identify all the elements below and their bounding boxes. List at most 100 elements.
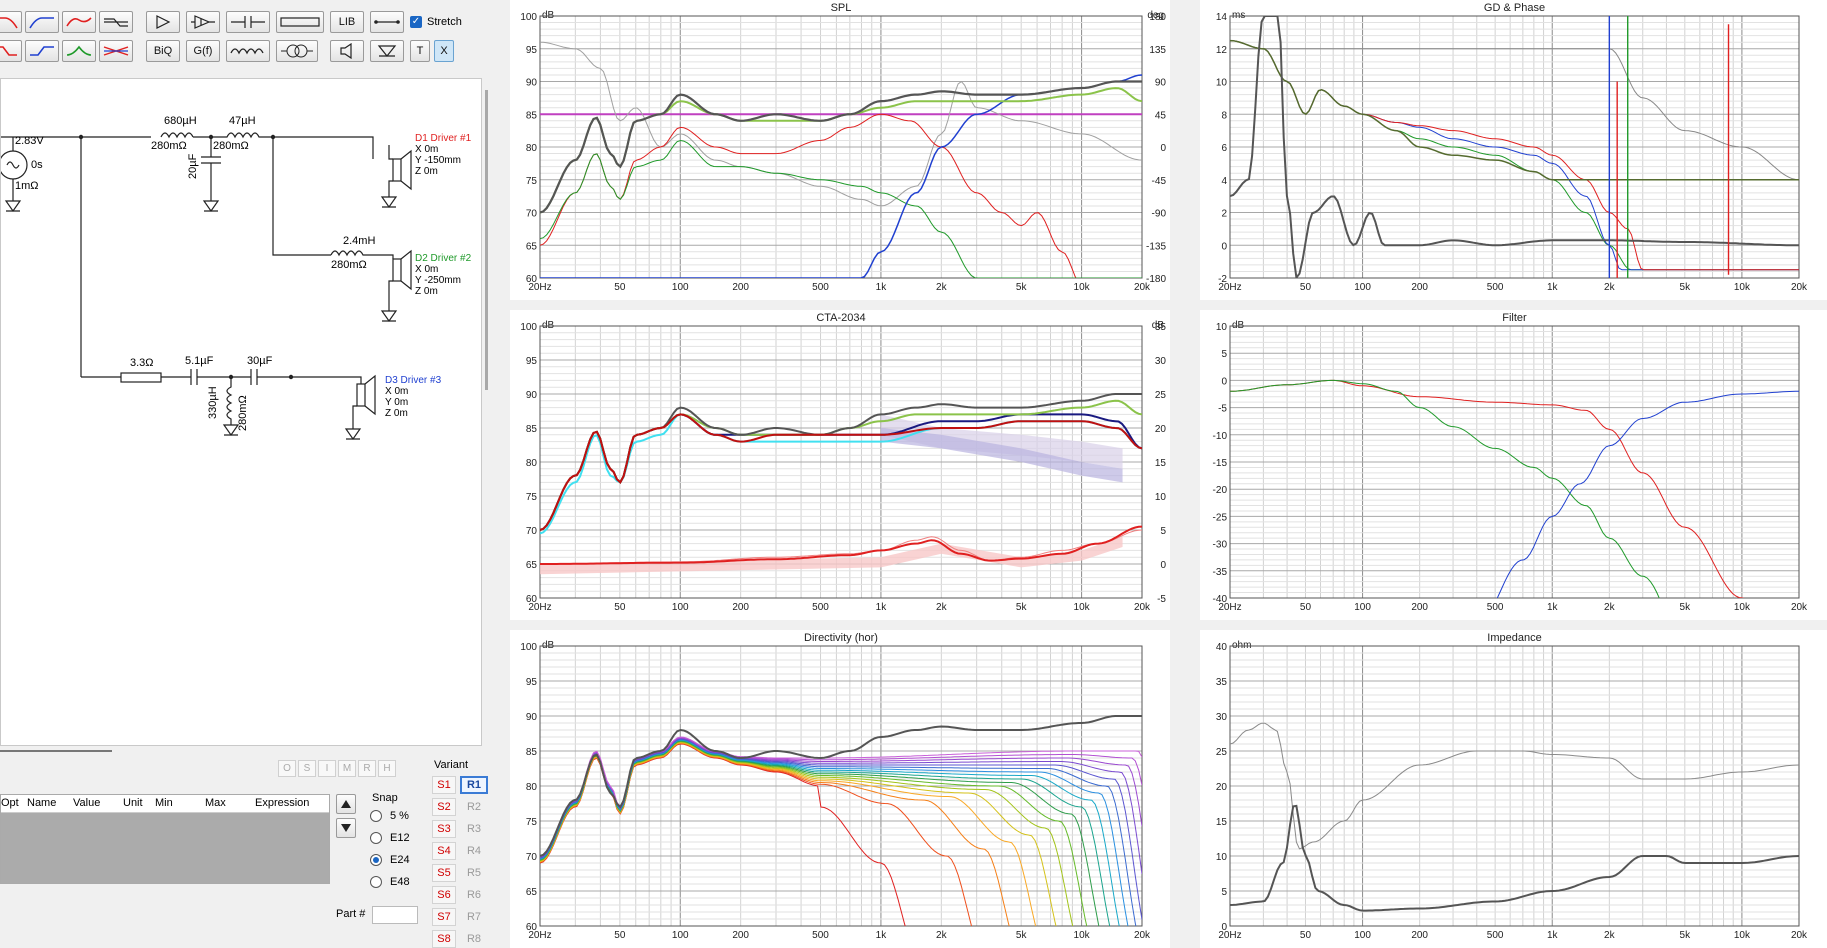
opt-s-button[interactable]: S	[298, 760, 316, 777]
on-axis-blue	[540, 413, 1142, 531]
chart-title: CTA-2034	[816, 312, 865, 324]
resistor-button[interactable]	[276, 11, 324, 33]
variant-s5-button[interactable]: S5	[432, 864, 456, 882]
y-tick-label: 10	[1216, 852, 1228, 863]
play-triangle-icon	[156, 15, 171, 29]
variant-s4-button[interactable]: S4	[432, 842, 456, 860]
transfer-function-button[interactable]: G(f)	[186, 40, 220, 62]
resistor-icon	[280, 17, 320, 27]
inductor-button[interactable]	[226, 40, 270, 62]
peak-filter-button[interactable]	[62, 40, 96, 62]
part-number-input[interactable]	[372, 906, 418, 924]
bandpass-icon	[66, 17, 92, 27]
opt-h-button[interactable]: H	[378, 760, 396, 777]
r1-value: 3.3Ω	[130, 357, 154, 369]
gd-phase-chart[interactable]: GD & Phase ms 20Hz 50 100 200 500 1k 2k 5k 10k 20k 1…	[1200, 0, 1827, 300]
transformer-button[interactable]	[276, 40, 318, 62]
driver-1-y: Y -150mm	[415, 155, 461, 166]
snap-5pct-radio[interactable]	[370, 810, 382, 822]
highpass-filter-button[interactable]	[25, 11, 59, 33]
plot-curves	[540, 41, 1142, 278]
snap-e24-radio[interactable]	[370, 854, 382, 866]
capacitor-button[interactable]	[226, 11, 270, 33]
col-opt[interactable]: Opt	[1, 797, 19, 809]
y2-tick-label: -180	[1146, 274, 1166, 285]
directivity-chart[interactable]: Directivity (hor) dB 20Hz 50 100 200 500 1k 2k 5k…	[510, 630, 1170, 948]
text-button[interactable]: T	[410, 40, 430, 62]
variant-s7-button[interactable]: S7	[432, 908, 456, 926]
variant-r2-button[interactable]: R2	[460, 798, 488, 816]
driver-button[interactable]	[330, 40, 364, 62]
y-tick-label: 30	[1216, 712, 1228, 723]
wire-button[interactable]	[370, 11, 404, 33]
y-tick-label: 6	[1221, 143, 1227, 154]
variant-s8-button[interactable]: S8	[432, 930, 456, 948]
snap-e12-radio[interactable]	[370, 832, 382, 844]
x-tick-label: 500	[812, 602, 829, 613]
variant-r1-button[interactable]: R1	[460, 776, 488, 794]
col-expression[interactable]: Expression	[255, 797, 309, 809]
opt-m-button[interactable]: M	[338, 760, 356, 777]
parameter-table[interactable]: Opt Name Value Unit Min Max Expression	[0, 794, 330, 884]
variant-r5-button[interactable]: R5	[460, 864, 488, 882]
col-name[interactable]: Name	[27, 797, 56, 809]
down-arrow-icon	[341, 824, 351, 832]
variant-s2-button[interactable]: S2	[432, 798, 456, 816]
cta-chart[interactable]: CTA-2034 dB dB 20Hz 50 100 200 500 1k 2k 5k 10k 20k 1…	[510, 310, 1170, 620]
allpass-button[interactable]	[146, 11, 180, 33]
library-button[interactable]: LIB	[330, 11, 364, 33]
driver-2-info[interactable]: D2 Driver #2 X 0m Y -250mm Z 0m	[415, 253, 471, 297]
splitter[interactable]	[0, 750, 112, 752]
variant-s1-button[interactable]: S1	[432, 776, 456, 794]
x-tick-label: 20k	[1134, 602, 1151, 613]
source-delay-label: 0s	[31, 159, 43, 171]
snap-e48-radio[interactable]	[370, 876, 382, 888]
parameter-panel: O S I M R H Opt Name Value Unit Min Max …	[0, 758, 500, 948]
driver-1-info[interactable]: D1 Driver #1 X 0m Y -150mm Z 0m	[415, 133, 471, 177]
x-tick-label: 50	[614, 930, 626, 941]
gain-button[interactable]	[186, 11, 220, 33]
y2-tick-label: -90	[1152, 209, 1167, 220]
opt-r-button[interactable]: R	[358, 760, 376, 777]
schematic-panel[interactable]: 2.83V 0s 1mΩ 680µH 280mΩ 47µH 280mΩ 20µF…	[0, 78, 482, 746]
crossover-button[interactable]	[99, 40, 133, 62]
variant-r4-button[interactable]: R4	[460, 842, 488, 860]
l1-value: 680µH	[164, 115, 197, 127]
variant-s6-button[interactable]: S6	[432, 886, 456, 904]
spl-chart[interactable]: SPL dB deg 20Hz 50 100 200 500 1k 2k 5k 10k 20k 100 95…	[510, 0, 1170, 300]
close-x-button[interactable]: X	[434, 40, 454, 62]
col-value[interactable]: Value	[73, 797, 100, 809]
schematic-scrollbar[interactable]	[485, 90, 488, 390]
col-unit[interactable]: Unit	[123, 797, 143, 809]
x-tick-label: 5k	[1680, 282, 1692, 293]
variant-r7-button[interactable]: R7	[460, 908, 488, 926]
biquad-button[interactable]: BiQ	[146, 40, 180, 62]
y-tick-label: -40	[1213, 594, 1228, 605]
col-max[interactable]: Max	[205, 797, 226, 809]
driver-3-info[interactable]: D3 Driver #3 X 0m Y 0m Z 0m	[385, 375, 441, 419]
impedance-chart[interactable]: Impedance ohm 20Hz 50 100 200 500 1k 2k 5k 10k 20k 4…	[1200, 630, 1827, 948]
variant-r8-button[interactable]: R8	[460, 930, 488, 948]
y-tick-label: 100	[520, 322, 537, 333]
move-down-button[interactable]	[336, 818, 356, 838]
lowpass-shelf-button[interactable]	[0, 40, 22, 62]
filter-chart[interactable]: Filter dB 20Hz 50 100 200 500 1k 2k 5k 10k 20k 10 5 0-…	[1200, 310, 1827, 620]
opt-o-button[interactable]: O	[278, 760, 296, 777]
driver-1-z: Z 0m	[415, 166, 438, 177]
y-tick-label: 75	[526, 176, 538, 187]
ground-button[interactable]	[370, 40, 404, 62]
stretch-checkbox[interactable]: ✓	[410, 16, 422, 28]
lowpass-filter-button[interactable]	[0, 11, 22, 33]
highpass-shelf-button[interactable]	[25, 40, 59, 62]
y-tick-label: -10	[1213, 431, 1228, 442]
move-up-button[interactable]	[336, 794, 356, 814]
y-tick-label: 35	[1216, 677, 1228, 688]
variant-r3-button[interactable]: R3	[460, 820, 488, 838]
col-min[interactable]: Min	[155, 797, 173, 809]
opt-i-button[interactable]: I	[318, 760, 336, 777]
l3-value: 2.4mH	[343, 235, 376, 247]
notch-button[interactable]	[99, 11, 133, 33]
variant-r6-button[interactable]: R6	[460, 886, 488, 904]
bandpass-filter-button[interactable]	[62, 11, 96, 33]
variant-s3-button[interactable]: S3	[432, 820, 456, 838]
